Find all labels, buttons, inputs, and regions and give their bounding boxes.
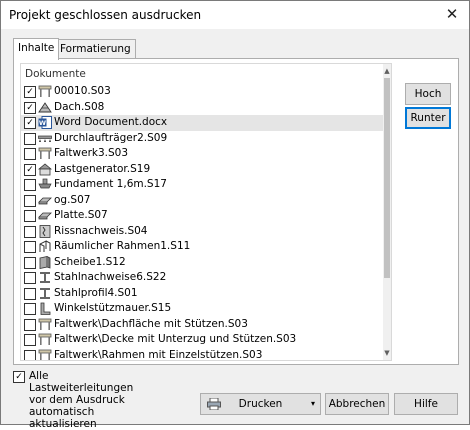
list-item[interactable]: Stahlprofil4.S01 [21, 286, 383, 302]
roof-icon [38, 101, 52, 114]
list-item[interactable]: ✓ Dach.S08 [21, 100, 383, 116]
move-down-button[interactable]: Runter [405, 107, 451, 129]
list-item-checkbox[interactable] [24, 241, 36, 253]
list-item[interactable]: ✓ 00010.S03 [21, 84, 383, 100]
crack-check-icon [38, 224, 52, 238]
tab-formatierung[interactable]: Formatierung [55, 39, 136, 59]
cancel-button[interactable]: Abbrechen [325, 393, 389, 415]
print-button-label: Drucken [238, 398, 283, 410]
title-bar: Projekt geschlossen ausdrucken ✕ [1, 1, 469, 29]
list-item[interactable]: Durchlaufträger2.S09 [21, 131, 383, 147]
tab-inhalte[interactable]: Inhalte [13, 38, 60, 60]
scroll-down-icon[interactable]: ▼ [383, 347, 391, 359]
list-item-checkbox[interactable] [24, 272, 36, 284]
list-item[interactable]: Räumlicher Rahmen1.S11 [21, 239, 383, 255]
printer-icon [207, 397, 221, 411]
list-item[interactable]: og.S07 [21, 193, 383, 209]
list-item-checkbox[interactable] [24, 148, 36, 160]
print-button[interactable]: Drucken ▾ [200, 393, 321, 415]
list-item-label: Scheibe1.S12 [54, 255, 126, 268]
list-item-checkbox[interactable]: ✓ [24, 163, 36, 176]
list-item-checkbox[interactable] [24, 303, 36, 315]
list-item-label: Platte.S07 [54, 209, 108, 221]
list-header: Dokumente [25, 68, 86, 80]
list-item-label: Rissnachweis.S04 [54, 224, 148, 237]
tab-panel: Dokumente ✓ 00010.S03 ✓ Dach.S08 ✓ W Word Docu… [13, 58, 459, 365]
list-item[interactable]: Faltwerk\Rahmen mit Einzelstützen.S03 [21, 348, 383, 361]
list-item-checkbox[interactable] [24, 318, 36, 331]
dropdown-arrow-icon[interactable]: ▾ [311, 394, 315, 414]
list-item[interactable]: Platte.S07 [21, 208, 383, 224]
foundation-icon [38, 178, 52, 191]
list-item[interactable]: ✓ W Word Document.docx [21, 115, 383, 131]
list-item-checkbox[interactable] [24, 225, 36, 238]
list-rows: ✓ 00010.S03 ✓ Dach.S08 ✓ W Word Document.docx D… [21, 84, 383, 361]
close-icon[interactable]: ✕ [443, 5, 461, 23]
list-item-label: Faltwerk\Decke mit Unterzug und Stützen.… [54, 333, 297, 345]
list-item-checkbox[interactable]: ✓ [24, 86, 36, 98]
help-button[interactable]: Hilfe [394, 393, 458, 415]
svg-text:W: W [39, 119, 46, 127]
list-item[interactable]: Winkelstützmauer.S15 [21, 301, 383, 317]
list-item-label: Dach.S08 [54, 100, 105, 113]
list-item-label: Fundament 1,6m.S17 [54, 178, 167, 190]
list-item-checkbox[interactable] [24, 179, 36, 191]
steel-beam-icon [38, 271, 52, 284]
table-structure-icon [38, 85, 52, 98]
list-item[interactable]: Faltwerk\Decke mit Unterzug und Stützen.… [21, 332, 383, 348]
list-item-label: Durchlaufträger2.S09 [54, 131, 168, 144]
slab-icon [38, 194, 52, 207]
list-item-checkbox[interactable]: ✓ [24, 117, 36, 129]
document-list[interactable]: Dokumente ✓ 00010.S03 ✓ Dach.S08 ✓ W Word Docu… [20, 63, 392, 361]
list-item-checkbox[interactable] [24, 194, 36, 207]
spatial-frame-icon [38, 240, 52, 253]
print-dialog: Projekt geschlossen ausdrucken ✕ Inhalte… [0, 0, 470, 430]
table-structure-icon [38, 147, 52, 160]
list-item-label: Faltwerk\Dachfläche mit Stützen.S03 [54, 317, 248, 330]
scroll-up-icon[interactable]: ▲ [383, 65, 391, 77]
list-item-checkbox[interactable] [24, 210, 36, 222]
continuous-beam-icon [38, 132, 52, 145]
list-item-checkbox[interactable] [24, 256, 36, 269]
list-item-checkbox[interactable] [24, 334, 36, 346]
slab-icon [38, 209, 52, 222]
word-document-icon: W [38, 116, 52, 129]
table-structure-icon [38, 349, 52, 360]
list-item-checkbox[interactable]: ✓ [24, 101, 36, 114]
list-item-label: Winkelstützmauer.S15 [54, 302, 172, 314]
vertical-scrollbar[interactable]: ▲ ▼ [383, 64, 391, 360]
list-item[interactable]: Faltwerk3.S03 [21, 146, 383, 162]
table-structure-icon [38, 333, 52, 346]
load-generator-icon [37, 162, 53, 176]
scrollbar-thumb[interactable] [384, 78, 390, 278]
auto-update-checkbox[interactable]: ✓ [13, 371, 25, 383]
list-item[interactable]: Faltwerk\Dachfläche mit Stützen.S03 [21, 317, 383, 333]
list-item-label: Stahlnachweise6.S22 [54, 271, 167, 283]
list-item[interactable]: ✓ Lastgenerator.S19 [21, 162, 383, 178]
list-item-label: Faltwerk\Rahmen mit Einzelstützen.S03 [54, 348, 263, 361]
list-item-label: 00010.S03 [54, 85, 111, 97]
list-item-label: Faltwerk3.S03 [54, 147, 129, 159]
list-item[interactable]: Fundament 1,6m.S17 [21, 177, 383, 193]
list-item-label: Stahlprofil4.S01 [54, 286, 138, 299]
list-item[interactable]: Rissnachweis.S04 [21, 224, 383, 240]
wall-plate-icon [38, 255, 52, 269]
list-item[interactable]: Scheibe1.S12 [21, 255, 383, 271]
auto-update-label: Alle Lastweiterleitungen vor dem Ausdruc… [29, 370, 134, 430]
list-item[interactable]: Stahlnachweise6.S22 [21, 270, 383, 286]
list-item-label: og.S07 [54, 193, 91, 206]
list-item-checkbox[interactable] [24, 349, 36, 360]
window-title: Projekt geschlossen ausdrucken [9, 8, 202, 22]
move-up-button[interactable]: Hoch [405, 83, 451, 105]
retaining-wall-icon [38, 302, 52, 315]
table-structure-icon [38, 318, 52, 331]
list-item-label: Lastgenerator.S19 [54, 162, 151, 175]
list-item-label: Word Document.docx [54, 116, 168, 128]
list-item-label: Räumlicher Rahmen1.S11 [54, 240, 191, 252]
list-item-checkbox[interactable] [24, 132, 36, 145]
list-item-checkbox[interactable] [24, 287, 36, 300]
steel-beam-icon [38, 287, 52, 300]
